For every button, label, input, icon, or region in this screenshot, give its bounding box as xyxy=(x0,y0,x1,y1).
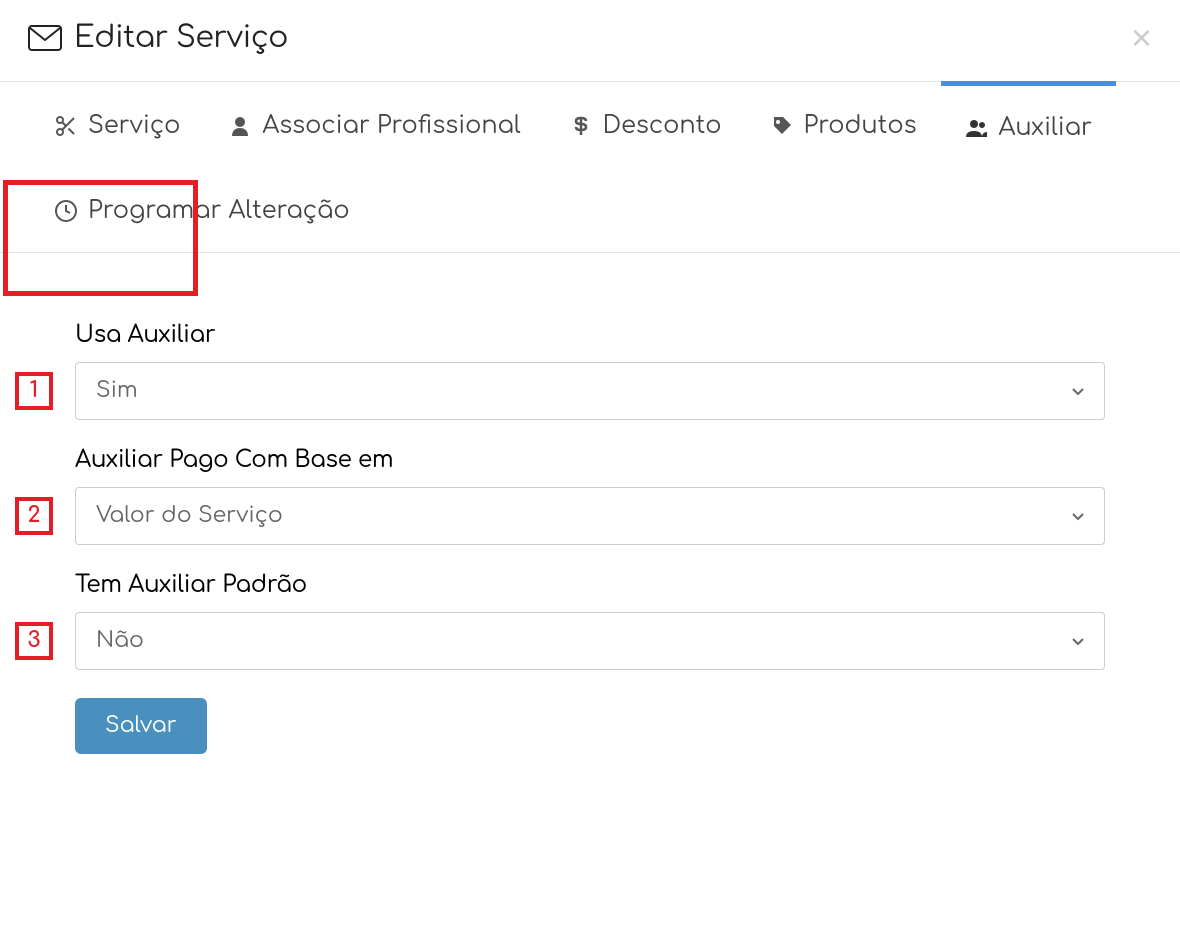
dollar-icon xyxy=(569,114,593,138)
tab-servico[interactable]: Serviço xyxy=(30,82,204,169)
user-icon xyxy=(228,114,252,138)
save-button[interactable]: Salvar xyxy=(75,698,207,754)
label-usa-auxiliar: Usa Auxiliar xyxy=(75,323,1105,348)
label-pago-com-base: Auxiliar Pago Com Base em xyxy=(75,448,1105,473)
tab-label: Auxiliar xyxy=(999,114,1092,141)
form-group-usa-auxiliar: Usa Auxiliar 1 Sim xyxy=(75,323,1105,420)
tabs-container: Serviço Associar Profissional Desconto xyxy=(0,82,1180,253)
badge-1: 1 xyxy=(15,372,53,410)
scissors-icon xyxy=(54,114,78,138)
clock-icon xyxy=(54,199,78,223)
tab-auxiliar[interactable]: Auxiliar xyxy=(941,81,1116,169)
label-tem-auxiliar-padrao: Tem Auxiliar Padrão xyxy=(75,573,1105,598)
close-icon: × xyxy=(1131,17,1152,58)
select-wrapper: 3 Não xyxy=(75,612,1105,670)
users-icon xyxy=(965,116,989,140)
tab-associar-profissional[interactable]: Associar Profissional xyxy=(204,82,544,169)
select-pago-com-base[interactable]: Valor do Serviço xyxy=(75,487,1105,545)
tab-label: Desconto xyxy=(603,112,722,139)
select-tem-auxiliar-padrao[interactable]: Não xyxy=(75,612,1105,670)
tab-label: Produtos xyxy=(804,112,917,139)
tab-desconto[interactable]: Desconto xyxy=(545,82,746,169)
modal-title: Editar Serviço xyxy=(28,22,288,55)
form-area: Usa Auxiliar 1 Sim Auxiliar Pago Com Bas… xyxy=(0,253,1180,784)
select-wrapper: 2 Valor do Serviço xyxy=(75,487,1105,545)
form-group-pago-com-base: Auxiliar Pago Com Base em 2 Valor do Ser… xyxy=(75,448,1105,545)
tab-label: Serviço xyxy=(88,112,180,139)
tab-label: Programar Alteração xyxy=(88,197,350,224)
close-button[interactable]: × xyxy=(1131,20,1152,56)
form-group-tem-auxiliar-padrao: Tem Auxiliar Padrão 3 Não xyxy=(75,573,1105,670)
tag-icon xyxy=(770,114,794,138)
select-wrapper: 1 Sim xyxy=(75,362,1105,420)
tabs: Serviço Associar Profissional Desconto xyxy=(30,82,1150,252)
envelope-icon xyxy=(28,25,62,51)
badge-2: 2 xyxy=(15,497,53,535)
modal-header: Editar Serviço × xyxy=(0,0,1180,82)
page-title-text: Editar Serviço xyxy=(74,22,288,55)
tab-programar-alteracao[interactable]: Programar Alteração xyxy=(30,169,374,252)
tab-label: Associar Profissional xyxy=(262,112,520,139)
tab-produtos[interactable]: Produtos xyxy=(746,82,941,169)
select-usa-auxiliar[interactable]: Sim xyxy=(75,362,1105,420)
badge-3: 3 xyxy=(15,622,53,660)
